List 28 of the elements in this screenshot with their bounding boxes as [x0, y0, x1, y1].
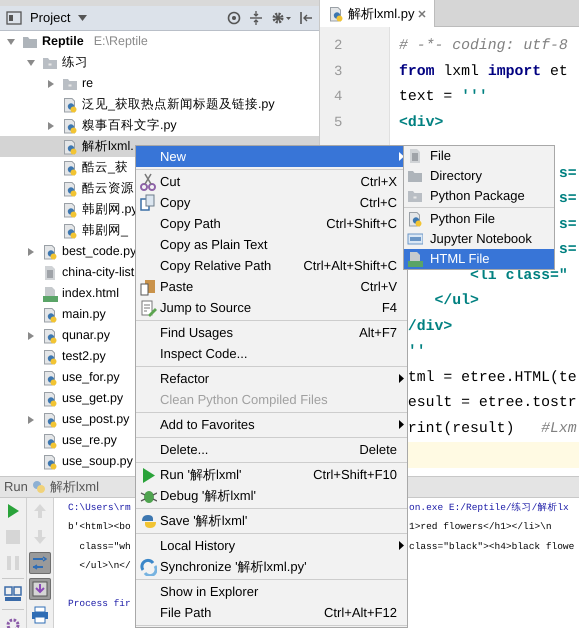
console-line: on.exe E:/Reptile/练习/解析lx: [409, 501, 569, 515]
code-line: text = ''': [399, 89, 488, 105]
console-line: C:\Users\rm: [68, 502, 131, 513]
code-line: <div>: [399, 114, 444, 130]
code-line: s=: [558, 216, 577, 232]
run-config-name: 解析lxml: [50, 478, 99, 496]
line-number: 3: [333, 62, 344, 82]
code-line: tml = etree.HTML(te: [408, 370, 577, 386]
console-line: </ul>\n</: [78, 560, 131, 571]
code-line: s=: [558, 242, 577, 258]
code-line: rint(result) #Lxm: [408, 420, 577, 436]
console-line: Process fir: [68, 598, 131, 610]
code-line: from lxml import et: [399, 64, 568, 80]
code-line: /div>: [408, 318, 452, 334]
code-line: s=: [558, 191, 577, 207]
code-line: # -*- coding: utf-8: [399, 38, 568, 54]
code-line: </ul>: [434, 293, 479, 309]
console-line: class="black"><h4>black flowe: [409, 540, 574, 554]
line-number: 4: [333, 88, 344, 107]
console-line: 1>red flowers</h1></li>\n: [409, 520, 552, 534]
console-line: b'<html><bo: [68, 521, 131, 532]
code-line: s=: [558, 166, 577, 182]
line-number: 2: [333, 37, 344, 56]
line-number: 5: [333, 114, 344, 132]
code-line: '': [408, 344, 426, 360]
console-line: class="wh: [78, 540, 131, 552]
code-line: esult = etree.tostr: [408, 395, 577, 411]
folder-path: E:\Reptile: [94, 33, 148, 50]
